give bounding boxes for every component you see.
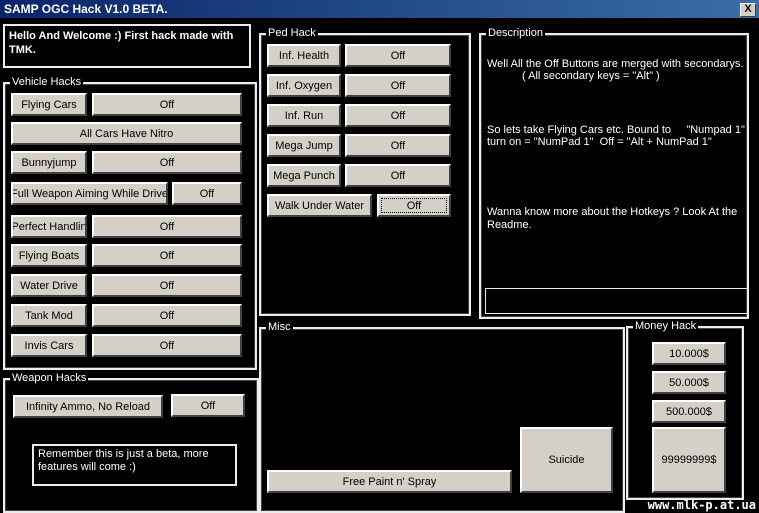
tank-mod-off-button[interactable]: Off: [92, 304, 242, 327]
mega-punch-button[interactable]: Mega Punch: [267, 164, 341, 187]
mega-jump-off-button[interactable]: Off: [345, 134, 451, 157]
misc-title: Misc: [266, 320, 293, 334]
perfect-handling-button[interactable]: Perfect Handlin: [11, 215, 87, 238]
description-line-4: turn on = "NumPad 1" Off = "Alt + NumPad…: [487, 136, 712, 148]
water-drive-button[interactable]: Water Drive: [11, 274, 87, 297]
description-inner-panel: [485, 288, 748, 314]
full-weapon-aiming-button[interactable]: Full Weapon Aiming While Drive: [11, 182, 168, 205]
watermark-text: www.mlk-p.at.ua: [647, 498, 756, 512]
inf-health-off-button[interactable]: Off: [345, 44, 451, 67]
flying-boats-button[interactable]: Flying Boats: [11, 244, 87, 267]
infinity-ammo-off-button[interactable]: Off: [171, 394, 245, 417]
description-line-5: Wanna know more about the Hotkeys ? Look…: [487, 206, 738, 231]
inf-run-button[interactable]: Inf. Run: [267, 104, 341, 127]
money-max-button[interactable]: 99999999$: [652, 427, 726, 493]
vehicle-hacks-title: Vehicle Hacks: [10, 75, 84, 89]
inf-run-off-button[interactable]: Off: [345, 104, 451, 127]
full-weapon-aiming-off-button[interactable]: Off: [172, 182, 242, 205]
inf-health-button[interactable]: Inf. Health: [267, 44, 341, 67]
inf-oxygen-button[interactable]: Inf. Oxygen: [267, 74, 341, 97]
all-cars-nitro-button[interactable]: All Cars Have Nitro: [11, 122, 242, 145]
invis-cars-off-button[interactable]: Off: [92, 334, 242, 357]
bunnyjump-off-button[interactable]: Off: [92, 151, 242, 174]
close-button[interactable]: X: [740, 3, 756, 17]
infinity-ammo-button[interactable]: Infinity Ammo, No Reload: [13, 395, 163, 418]
flying-cars-button[interactable]: Flying Cars: [11, 93, 87, 116]
suicide-button[interactable]: Suicide: [520, 427, 613, 493]
flying-boats-off-button[interactable]: Off: [92, 244, 242, 267]
description-title: Description: [486, 26, 546, 40]
weapon-hacks-title: Weapon Hacks: [10, 371, 89, 385]
perfect-handling-off-button[interactable]: Off: [92, 215, 242, 238]
window-title: SAMP OGC Hack V1.0 BETA.: [4, 2, 168, 16]
walk-under-water-off-button[interactable]: Off: [377, 194, 451, 217]
beta-note-box: Remember this is just a beta, more featu…: [32, 444, 237, 486]
mega-punch-off-button[interactable]: Off: [345, 164, 451, 187]
bunnyjump-button[interactable]: Bunnyjump: [11, 151, 87, 174]
ped-hack-title: Ped Hack: [266, 26, 318, 40]
money-10000-button[interactable]: 10.000$: [652, 342, 726, 365]
invis-cars-button[interactable]: Invis Cars: [11, 334, 87, 357]
description-line-2: ( All secondary keys = "Alt" ): [522, 70, 660, 82]
mega-jump-button[interactable]: Mega Jump: [267, 134, 341, 157]
tank-mod-button[interactable]: Tank Mod: [11, 304, 87, 327]
free-paint-spray-button[interactable]: Free Paint n' Spray: [267, 470, 512, 493]
window-client: Hello And Welcome :) First hack made wit…: [0, 18, 759, 513]
money-500000-button[interactable]: 500.000$: [652, 400, 726, 423]
money-50000-button[interactable]: 50.000$: [652, 371, 726, 394]
water-drive-off-button[interactable]: Off: [92, 274, 242, 297]
flying-cars-off-button[interactable]: Off: [92, 93, 242, 116]
walk-under-water-button[interactable]: Walk Under Water: [267, 194, 372, 217]
title-bar: SAMP OGC Hack V1.0 BETA. X: [0, 0, 759, 18]
welcome-box: Hello And Welcome :) First hack made wit…: [3, 24, 251, 68]
inf-oxygen-off-button[interactable]: Off: [345, 74, 451, 97]
money-hack-title: Money Hack: [633, 319, 699, 333]
